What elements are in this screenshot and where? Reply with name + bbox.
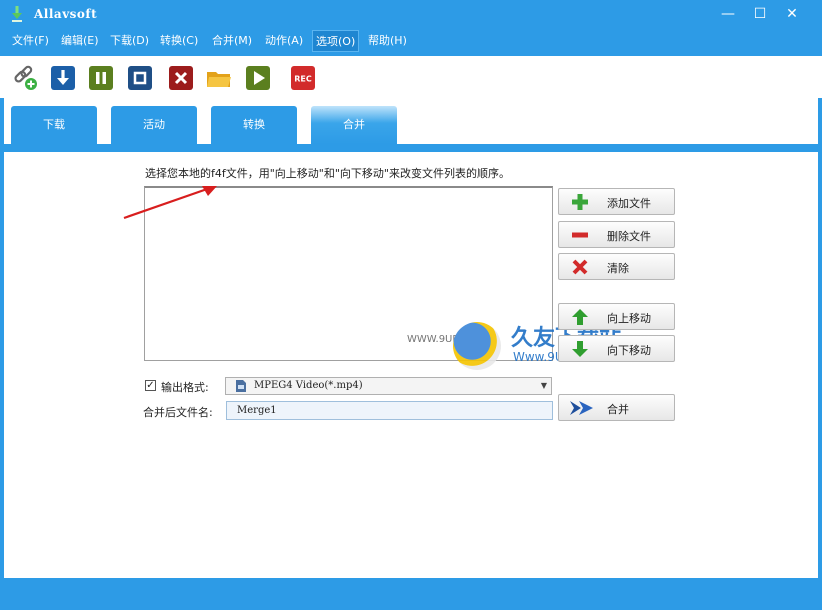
record-label: REC bbox=[294, 75, 312, 84]
minus-icon bbox=[572, 232, 588, 238]
delete-file-button[interactable]: 删除文件 bbox=[558, 221, 675, 248]
merge-button[interactable]: 合并 bbox=[558, 394, 675, 421]
app-logo-icon bbox=[12, 6, 22, 22]
tab-active[interactable]: 活动 bbox=[111, 106, 197, 144]
move-up-label: 向上移动 bbox=[607, 312, 651, 325]
merged-filename-label: 合并后文件名: bbox=[143, 406, 213, 419]
red-arrow-annotation bbox=[123, 186, 217, 220]
play-icon[interactable] bbox=[245, 65, 271, 91]
clear-x-icon bbox=[572, 259, 588, 275]
arrow-up-icon bbox=[572, 309, 588, 325]
menu-download[interactable]: 下载(D) bbox=[110, 32, 149, 48]
move-up-button[interactable]: 向上移动 bbox=[558, 303, 675, 330]
tab-strip bbox=[4, 144, 818, 152]
status-bar bbox=[0, 578, 822, 610]
output-format-value: MPEG4 Video(*.mp4) bbox=[254, 380, 363, 391]
instruction-text: 选择您本地的f4f文件，用"向上移动"和"向下移动"来改变文件列表的顺序。 bbox=[145, 167, 510, 180]
add-file-button[interactable]: 添加文件 bbox=[558, 188, 675, 215]
tab-download[interactable]: 下载 bbox=[11, 106, 97, 144]
close-button[interactable]: ✕ bbox=[778, 4, 806, 24]
chevron-down-icon: ▼ bbox=[540, 381, 547, 390]
minimize-button[interactable]: — bbox=[714, 4, 742, 24]
folder-icon[interactable] bbox=[206, 65, 232, 91]
record-icon[interactable]: REC bbox=[290, 65, 316, 91]
merged-filename-input[interactable]: Merge1 bbox=[226, 401, 553, 420]
output-format-select[interactable]: MPEG4 Video(*.mp4) ▼ bbox=[225, 377, 552, 395]
toolbar: REC bbox=[0, 56, 822, 98]
menu-merge[interactable]: 合并(M) bbox=[212, 32, 252, 48]
watermark-logo-icon bbox=[453, 322, 501, 370]
menu-action[interactable]: 动作(A) bbox=[265, 32, 303, 48]
title-bar: Allavsoft — ☐ ✕ bbox=[0, 0, 822, 28]
clear-button[interactable]: 清除 bbox=[558, 253, 675, 280]
menu-convert[interactable]: 转换(C) bbox=[160, 32, 198, 48]
output-format-label: 输出格式: bbox=[161, 381, 209, 394]
menu-file[interactable]: 文件(F) bbox=[12, 32, 49, 48]
add-file-label: 添加文件 bbox=[607, 197, 651, 210]
window-title: Allavsoft bbox=[34, 7, 98, 21]
add-link-icon[interactable] bbox=[12, 65, 38, 91]
clear-label: 清除 bbox=[607, 262, 629, 275]
merge-panel: 选择您本地的f4f文件，用"向上移动"和"向下移动"来改变文件列表的顺序。 WW… bbox=[4, 152, 818, 578]
move-down-label: 向下移动 bbox=[607, 344, 651, 357]
tab-merge[interactable]: 合并 bbox=[311, 106, 397, 144]
output-format-checkbox[interactable]: ✓ bbox=[145, 380, 156, 391]
pause-icon[interactable] bbox=[88, 65, 114, 91]
maximize-button[interactable]: ☐ bbox=[746, 4, 774, 24]
plus-icon bbox=[572, 194, 588, 210]
menu-options[interactable]: 选项(O) bbox=[312, 30, 360, 52]
arrow-down-icon bbox=[572, 341, 588, 357]
app-window: Allavsoft — ☐ ✕ 文件(F) 编辑(E) 下载(D) 转换(C) … bbox=[0, 0, 822, 610]
tab-bar: 下载 活动 转换 合并 bbox=[4, 97, 818, 147]
video-file-icon bbox=[236, 380, 246, 392]
move-down-button[interactable]: 向下移动 bbox=[558, 335, 675, 362]
menu-bar: 文件(F) 编辑(E) 下载(D) 转换(C) 合并(M) 动作(A) 选项(O… bbox=[0, 28, 822, 52]
merge-arrow-icon bbox=[570, 401, 593, 415]
menu-edit[interactable]: 编辑(E) bbox=[61, 32, 99, 48]
stop-icon[interactable] bbox=[127, 65, 153, 91]
menu-help[interactable]: 帮助(H) bbox=[368, 32, 407, 48]
delete-icon[interactable] bbox=[168, 65, 194, 91]
download-icon[interactable] bbox=[50, 65, 76, 91]
tab-convert[interactable]: 转换 bbox=[211, 106, 297, 144]
delete-file-label: 删除文件 bbox=[607, 230, 651, 243]
merge-label: 合并 bbox=[607, 403, 629, 416]
